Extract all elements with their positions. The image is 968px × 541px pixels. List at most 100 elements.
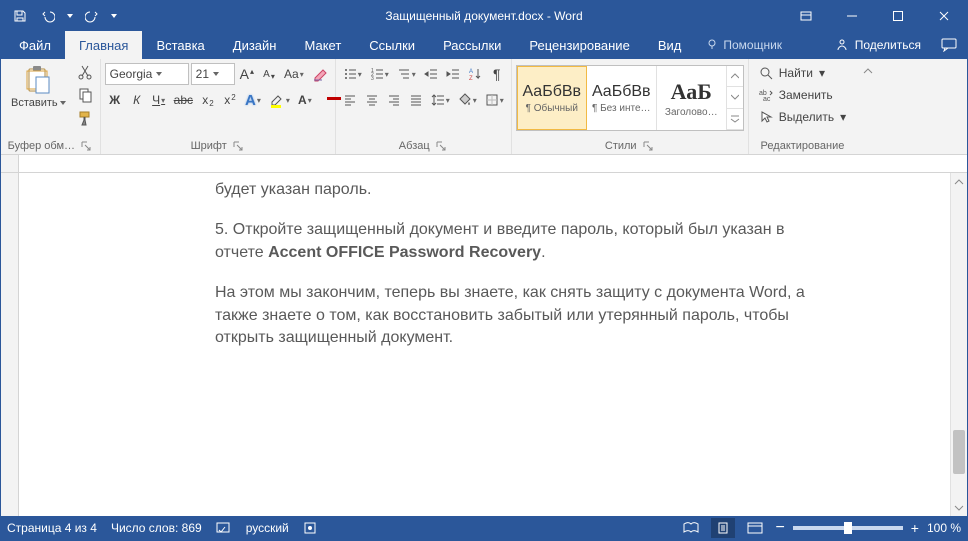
italic-button[interactable]: К [127,89,147,111]
vertical-ruler[interactable] [1,173,19,516]
tab-insert[interactable]: Вставка [142,31,218,59]
spellcheck-button[interactable] [216,521,232,535]
scroll-up-button[interactable] [951,173,967,190]
underline-button[interactable]: Ч▾ [149,89,169,111]
window-controls [783,1,967,31]
document-page[interactable]: будет указан пароль. 5. Откройте защищен… [19,173,950,516]
language-indicator[interactable]: русский [246,521,289,535]
style-no-spacing[interactable]: АаБбВв ¶ Без инте… [587,66,657,130]
macro-button[interactable] [303,521,317,535]
group-paragraph: ▾ 123▾ ▾ AZ ¶ ▾ ▾ [336,59,512,154]
redo-icon[interactable] [79,3,105,29]
undo-icon[interactable] [35,3,61,29]
justify-button[interactable] [406,89,426,111]
svg-text:3: 3 [371,76,374,81]
decrease-indent-button[interactable] [421,63,441,85]
align-center-button[interactable] [362,89,382,111]
share-button[interactable]: Поделиться [825,38,931,52]
replace-button[interactable]: abac Заменить [753,85,852,105]
zoom-out-button[interactable]: − [775,519,784,537]
zoom-slider[interactable] [793,526,903,530]
close-button[interactable] [921,1,967,31]
tab-layout[interactable]: Макет [290,31,355,59]
paste-button[interactable]: Вставить [5,61,72,113]
zoom-slider-knob[interactable] [844,522,852,534]
qat-customize-dropdown[interactable] [107,3,121,29]
tab-design[interactable]: Дизайн [219,31,291,59]
styles-dialog-launcher[interactable] [641,139,655,153]
font-color-button[interactable]: A▾ [295,89,315,111]
tab-review[interactable]: Рецензирование [515,31,643,59]
select-button[interactable]: Выделить ▾ [753,107,852,127]
text-effects-button[interactable]: A▾ [242,89,264,111]
shrink-font-button[interactable]: A▾ [259,63,279,85]
styles-scroll-down[interactable] [727,87,743,108]
title-bar: Защищенный документ.docx - Word [1,1,967,31]
tab-view[interactable]: Вид [644,31,696,59]
superscript-button[interactable]: x2 [220,89,240,111]
scroll-track[interactable] [951,190,967,499]
horizontal-ruler[interactable] [1,155,967,173]
align-left-button[interactable] [340,89,360,111]
doc-paragraph: На этом мы закончим, теперь вы знаете, к… [215,282,830,349]
style-heading1[interactable]: АаБ Заголово… [657,66,727,130]
strikethrough-button[interactable]: abc [171,89,196,111]
maximize-button[interactable] [875,1,921,31]
read-mode-button[interactable] [679,518,703,538]
minimize-button[interactable] [829,1,875,31]
highlight-button[interactable]: ▾ [266,89,293,111]
numbering-button[interactable]: 123▾ [367,63,392,85]
increase-indent-button[interactable] [443,63,463,85]
borders-button[interactable]: ▾ [482,89,507,111]
styles-more-button[interactable] [727,109,743,130]
scroll-thumb[interactable] [953,430,965,474]
clear-formatting-button[interactable] [309,63,331,85]
word-count[interactable]: Число слов: 869 [111,521,202,535]
style-normal[interactable]: АаБбВв ¶ Обычный [517,66,587,130]
group-styles: АаБбВв ¶ Обычный АаБбВв ¶ Без инте… АаБ … [512,59,749,154]
font-name-combo[interactable]: Georgia [105,63,189,85]
show-marks-button[interactable]: ¶ [487,63,507,85]
save-icon[interactable] [7,3,33,29]
collapse-ribbon-button[interactable] [856,59,880,154]
zoom-level[interactable]: 100 % [927,521,961,535]
tab-file[interactable]: Файл [5,31,65,59]
quick-access-toolbar [1,3,121,29]
bold-button[interactable]: Ж [105,89,125,111]
cut-button[interactable] [74,61,96,83]
share-label: Поделиться [855,38,921,52]
comments-pane-button[interactable] [931,38,967,52]
group-clipboard-label: Буфер обм… [8,140,75,152]
page-indicator[interactable]: Страница 4 из 4 [7,521,97,535]
shading-button[interactable]: ▾ [455,89,480,111]
subscript-button[interactable]: x2 [198,89,218,111]
tab-mailings[interactable]: Рассылки [429,31,515,59]
tab-home[interactable]: Главная [65,31,142,59]
find-button[interactable]: Найти ▾ [753,63,852,83]
change-case-button[interactable]: Aa▾ [281,63,307,85]
font-dialog-launcher[interactable] [231,139,245,153]
group-editing-label: Редактирование [761,140,845,152]
web-layout-button[interactable] [743,518,767,538]
grow-font-button[interactable]: A▴ [237,63,257,85]
zoom-in-button[interactable]: + [911,520,919,536]
ribbon-display-options-button[interactable] [783,1,829,31]
tell-me-search[interactable]: Помощник [695,31,792,59]
multilevel-list-button[interactable]: ▾ [394,63,419,85]
font-size-combo[interactable]: 21 [191,63,235,85]
copy-button[interactable] [74,84,96,106]
styles-scroll-up[interactable] [727,66,743,87]
line-spacing-button[interactable]: ▾ [428,89,453,111]
format-painter-button[interactable] [74,107,96,129]
paragraph-dialog-launcher[interactable] [434,139,448,153]
tab-references[interactable]: Ссылки [355,31,429,59]
print-layout-button[interactable] [711,518,735,538]
vertical-scrollbar [950,173,967,516]
undo-dropdown[interactable] [63,3,77,29]
align-right-button[interactable] [384,89,404,111]
bullets-button[interactable]: ▾ [340,63,365,85]
sort-button[interactable]: AZ [465,63,485,85]
clipboard-dialog-launcher[interactable] [79,139,93,153]
ribbon-tab-strip: Файл Главная Вставка Дизайн Макет Ссылки… [1,31,967,59]
scroll-down-button[interactable] [951,499,967,516]
